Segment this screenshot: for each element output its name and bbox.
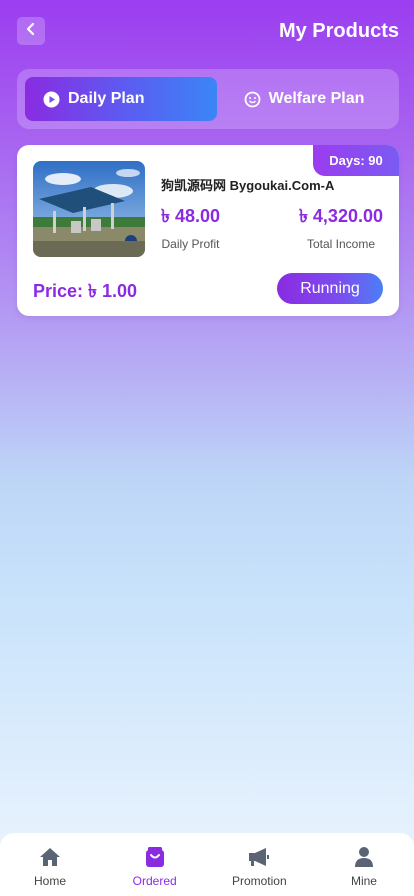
megaphone-icon [248,845,270,869]
product-image [33,161,145,257]
back-button[interactable] [17,17,45,45]
tab-daily-plan-label: Daily Plan [68,90,145,107]
product-price: Price: ৳ 1.00 [33,281,138,301]
tab-daily-plan[interactable]: Daily Plan [25,77,217,121]
total-income-value: ৳ 4,320.00 [298,206,383,226]
tab-welfare-plan-label: Welfare Plan [268,90,365,107]
home-icon [39,845,61,869]
nav-item-mine[interactable]: Mine [334,833,394,896]
plan-tabs: Daily Plan Welfare Plan [17,69,399,129]
daily-profit-stat: ৳ 48.00 Daily Profit [161,202,220,251]
top-bar: My Products [0,0,414,62]
user-icon [354,845,374,869]
smile-icon [244,91,261,108]
days-badge: Days: 90 [313,145,399,176]
page-title: My Products [278,20,399,42]
total-income-stat: ৳ 4,320.00 Total Income [299,202,383,251]
nav-item-promotion-label: Promotion [231,874,287,888]
nav-item-home[interactable]: Home [20,833,80,896]
total-income-label: Total Income [306,237,375,251]
nav-item-promotion[interactable]: Promotion [229,833,289,896]
daily-profit-value: ৳ 48.00 [161,206,221,226]
nav-item-ordered-label: Ordered [132,874,177,888]
tab-welfare-plan[interactable]: Welfare Plan [217,77,391,121]
daily-profit-label: Daily Profit [161,237,220,251]
nav-item-home-label: Home [33,874,66,888]
bag-icon [145,845,165,869]
chevron-left-icon [25,22,37,41]
product-card[interactable]: Days: 90 狗凯源码网 Bygoukai.Com-A ৳ 48.00 Da… [17,145,399,316]
play-circle-icon [43,91,60,108]
running-status-button[interactable]: Running [277,273,383,304]
bottom-nav: Home Ordered Promotion Mine [0,833,414,896]
nav-item-ordered[interactable]: Ordered [125,833,185,896]
product-name: 狗凯源码网 Bygoukai.Com-A [161,178,335,193]
nav-item-mine-label: Mine [350,874,377,888]
